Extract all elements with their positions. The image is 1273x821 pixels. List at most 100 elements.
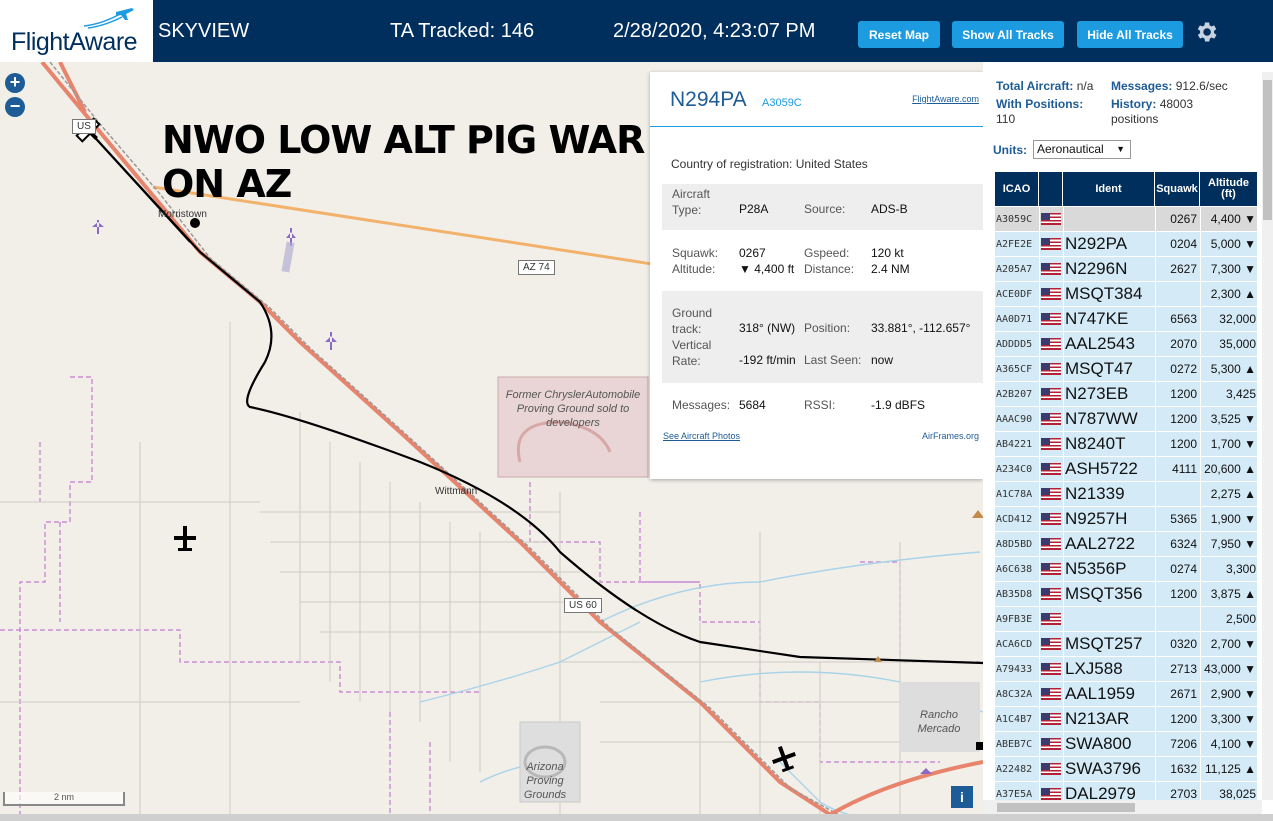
vertical-rate-label: Vertical Rate: [672,338,712,368]
flightaware-link[interactable]: FlightAware.com [912,94,979,104]
row-flag [1039,282,1063,306]
distance-label: Distance: [804,262,855,276]
row-flag [1039,657,1063,681]
gear-icon[interactable] [1193,19,1219,45]
row-altitude: 3,300 ▼ [1210,712,1256,726]
us-flag-icon [1041,588,1061,600]
table-row[interactable]: AA0D71 N747KE 6563 32,000 [995,307,1257,332]
row-squawk: 0274 [1170,562,1197,576]
units-select[interactable]: Aeronautical ▼ [1033,140,1131,159]
with-positions-label: With Positions: [996,97,1084,111]
row-flag [1039,332,1063,356]
col-header-icao[interactable]: ICAO [995,172,1039,206]
us-flag-icon [1041,413,1061,425]
overlay-caption: NWO LOW ALT PIG WAR ON AZ [162,118,645,206]
table-row[interactable]: A234C0 ASH5722 4111 20,600 ▲ [995,457,1257,482]
sidebar-vertical-scrollbar[interactable] [1262,72,1273,800]
table-row[interactable]: AAAC90 N787WW 1200 3,525 ▼ [995,407,1257,432]
row-ident: AAL2543 [1065,334,1135,353]
table-row[interactable]: A1C4B7 N213AR 1200 3,300 ▼ [995,707,1257,732]
col-header-flag[interactable] [1039,172,1063,206]
gspeed-value: 120 kt [871,246,904,260]
scrollbar-thumb[interactable] [1263,80,1272,220]
us-flag-icon [1041,238,1061,250]
table-row[interactable]: A6C638 N5356P 0274 3,300 [995,557,1257,582]
table-row[interactable]: A1C78A N21339 2,275 ▲ [995,482,1257,507]
popup-block-messages: Messages: 5684 RSSI: -1.9 dBFS [662,390,983,420]
table-row[interactable]: A2B207 N273EB 1200 3,425 [995,382,1257,407]
aircraft-icon-2[interactable] [769,743,800,775]
row-altitude: 1,700 ▼ [1210,437,1256,451]
row-icao: A205A7 [996,263,1033,275]
current-datetime: 2/28/2020, 4:23:07 PM [613,20,816,42]
table-row[interactable]: A2FE2E N292PA 0204 5,000 ▼ [995,232,1257,257]
scrollbar-thumb-horizontal[interactable] [997,803,1135,812]
us-flag-icon [1041,613,1061,625]
app-title: SKYVIEW [158,20,250,42]
table-row[interactable]: A79433 LXJ588 2713 43,000 ▼ [995,657,1257,682]
table-row[interactable]: ACD412 N9257H 5365 1,900 ▼ [995,507,1257,532]
table-row[interactable]: ACE0DF MSQT384 2,300 ▲ [995,282,1257,307]
zoom-out-button[interactable]: − [5,97,25,117]
show-all-tracks-button[interactable]: Show All Tracks [952,21,1064,48]
hide-all-tracks-button[interactable]: Hide All Tracks [1077,21,1183,48]
row-icao: A6C638 [996,563,1033,575]
sidebar-horizontal-scrollbar[interactable] [983,800,1262,814]
row-altitude: 20,600 ▲ [1204,462,1256,476]
col-header-altitude[interactable]: Altitude (ft) [1200,172,1257,206]
table-row[interactable]: A365CF MSQT47 0272 5,300 ▲ [995,357,1257,382]
table-row[interactable]: ADDDD5 AAL2543 2070 35,000 [995,332,1257,357]
last-seen-label: Last Seen: [804,353,862,367]
table-row[interactable]: ACA6CD MSQT257 0320 2,700 ▼ [995,632,1257,657]
history-label: History: [1111,97,1157,111]
overlay-line-2: ON AZ [162,162,292,206]
row-squawk: 0272 [1170,362,1197,376]
row-ident: N292PA [1065,234,1128,253]
airframes-link[interactable]: AirFrames.org [922,431,979,441]
table-row[interactable]: ABEB7C SWA800 7206 4,100 ▼ [995,732,1257,757]
reset-map-button[interactable]: Reset Map [858,21,940,48]
row-altitude: 5,300 ▲ [1210,362,1256,376]
us-flag-icon [1041,288,1061,300]
table-row[interactable]: AB35D8 MSQT356 1200 3,875 ▲ [995,582,1257,607]
messages-value: 5684 [739,398,766,412]
zoom-in-button[interactable]: + [5,73,25,93]
col-header-squawk[interactable]: Squawk [1155,172,1200,206]
row-ident: SWA800 [1065,734,1132,753]
flightaware-logo[interactable]: FlightAware [0,0,153,62]
row-altitude: 35,000 [1219,337,1256,351]
row-altitude: 5,000 ▼ [1210,237,1256,251]
us-flag-icon [1041,738,1061,750]
see-aircraft-photos-link[interactable]: See Aircraft Photos [663,431,740,441]
messages-label: Messages: [672,398,731,412]
table-row[interactable]: A3059C 0267 4,400 ▼ [995,207,1257,232]
popup-registration: N294PA [670,88,747,111]
row-flag [1039,732,1063,756]
table-row[interactable]: A8D5BD AAL2722 6324 7,950 ▼ [995,532,1257,557]
info-button[interactable]: i [951,786,973,808]
position-value: 33.881°, -112.657° [871,321,971,335]
row-icao: A79433 [996,663,1033,675]
table-row[interactable]: A8C32A AAL1959 2671 2,900 ▼ [995,682,1257,707]
table-row[interactable]: A22482 SWA3796 1632 11,125 ▲ [995,757,1257,782]
col-header-ident[interactable]: Ident [1063,172,1155,206]
row-altitude: 3,525 ▼ [1210,412,1256,426]
us-flag-icon [1041,638,1061,650]
table-row[interactable]: A9FB3E 2,500 [995,607,1257,632]
row-ident: SWA3796 [1065,759,1141,778]
row-ident: N5356P [1065,559,1127,578]
chevron-down-icon: ▼ [1116,144,1125,154]
table-row[interactable]: AB4221 N8240T 1200 1,700 ▼ [995,432,1257,457]
chrysler-label: Former ChryslerAutomobile Proving Ground… [505,389,641,429]
row-flag [1039,382,1063,406]
row-squawk: 1200 [1170,437,1197,451]
row-icao: A1C4B7 [996,713,1033,725]
row-icao: ABEB7C [996,738,1033,750]
row-altitude: 3,300 [1225,562,1256,576]
row-altitude: 4,400 ▼ [1210,212,1256,226]
overlay-line-1: NWO LOW ALT PIG WAR [162,118,645,162]
aircraft-icon[interactable] [174,526,196,551]
row-ident: MSQT257 [1065,634,1143,653]
row-altitude: 2,700 ▼ [1210,637,1256,651]
table-row[interactable]: A205A7 N2296N 2627 7,300 ▼ [995,257,1257,282]
